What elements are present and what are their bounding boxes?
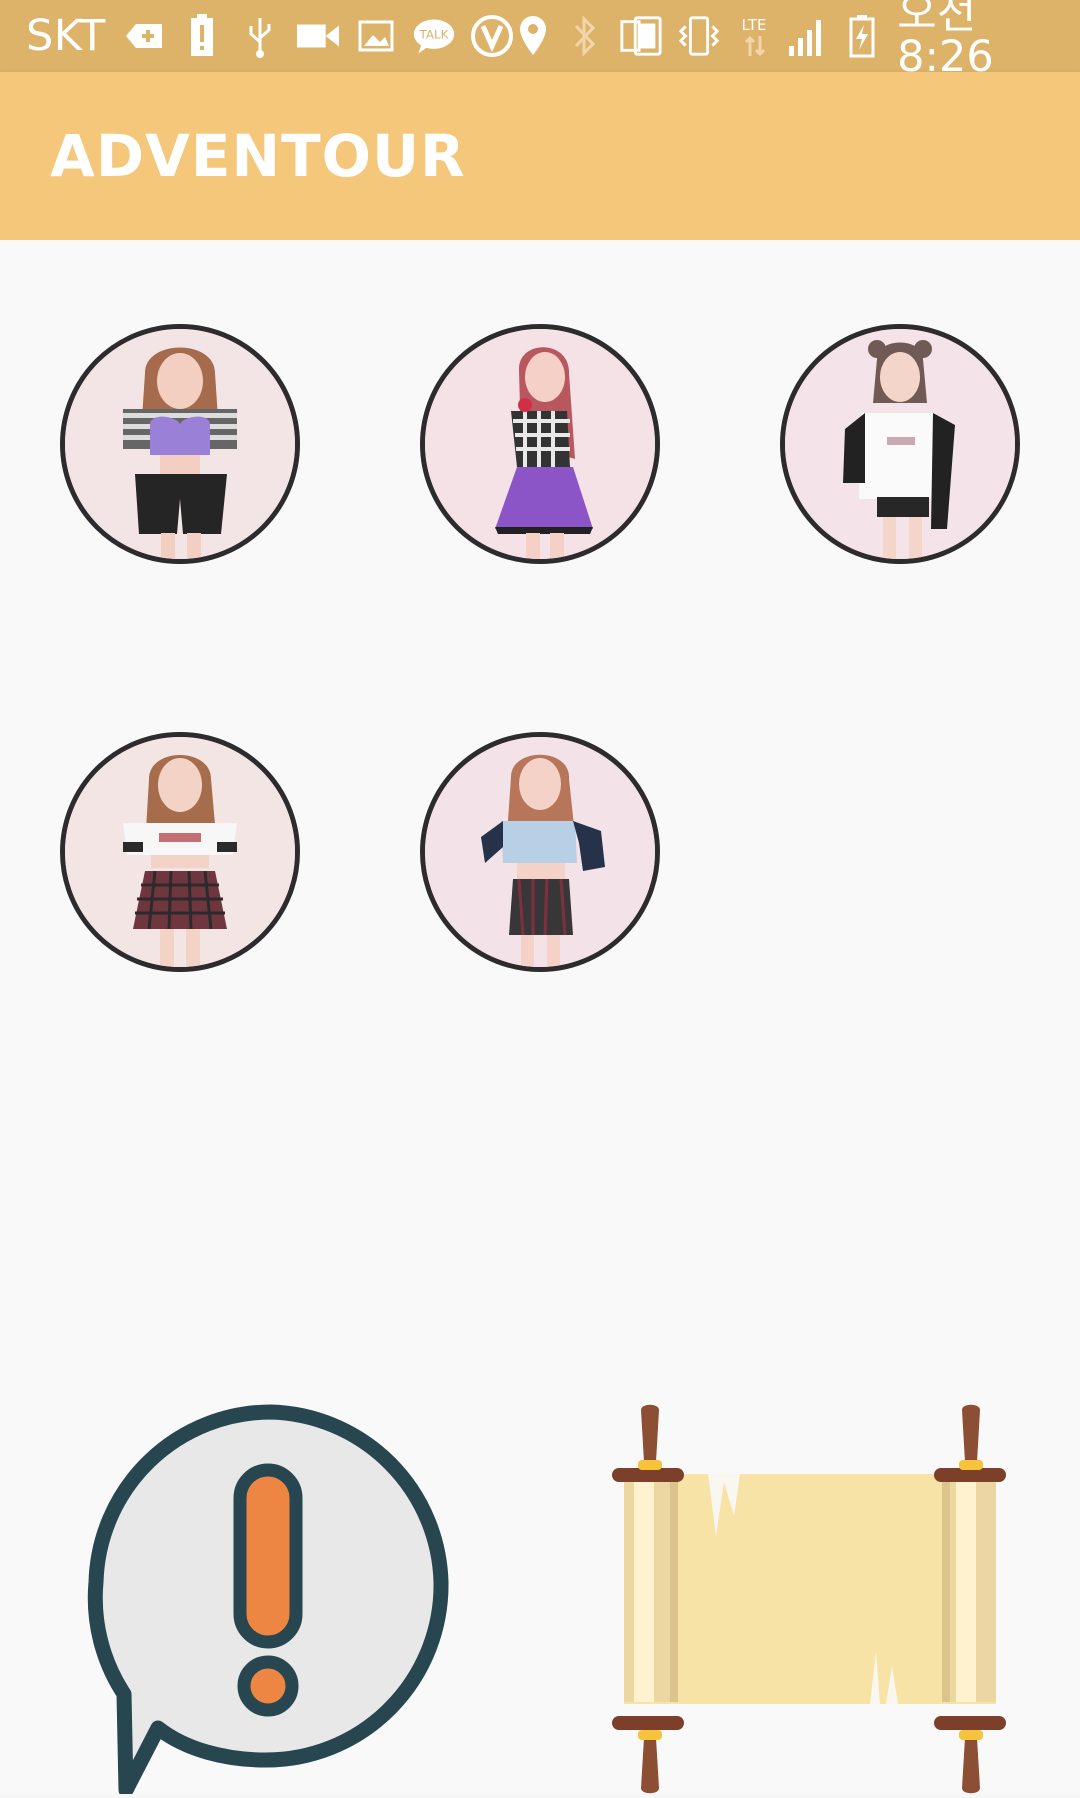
image-icon — [354, 14, 398, 58]
bluetooth-icon — [566, 14, 604, 58]
main-content — [0, 240, 1080, 1798]
status-left: SKT TALK — [26, 14, 514, 58]
lte-icon: LTE — [735, 14, 773, 58]
location-icon — [514, 14, 552, 58]
clock-label: 오전 8:26 — [897, 0, 994, 82]
alert-speech-bubble-icon — [87, 1404, 449, 1798]
status-right: LTE 오전 8:26 — [514, 0, 1062, 79]
battery-charging-icon — [843, 14, 881, 58]
v-app-icon — [470, 14, 514, 58]
member-avatar-4[interactable] — [60, 732, 300, 972]
app-title: ADVENTOUR — [50, 122, 466, 190]
kakaotalk-icon: TALK — [412, 14, 456, 58]
usb-debug-icon — [122, 14, 166, 58]
carrier-label: SKT — [26, 10, 106, 61]
member-avatar-1[interactable] — [60, 324, 300, 564]
notice-button[interactable] — [86, 1404, 456, 1798]
usb-icon — [238, 14, 282, 58]
member-avatar-3[interactable] — [780, 324, 1020, 564]
vibrate-icon — [677, 14, 721, 58]
video-icon — [296, 14, 340, 58]
signal-icon — [787, 14, 829, 58]
app-bar: ADVENTOUR — [0, 72, 1080, 240]
status-bar: SKT TALK LTE 오전 8:26 — [0, 0, 1080, 79]
member-avatar-5[interactable] — [420, 732, 660, 972]
svg-text:LTE: LTE — [741, 16, 766, 34]
member-avatar-2[interactable] — [420, 324, 660, 564]
battery-alert-icon — [180, 14, 224, 58]
scroll-button[interactable] — [612, 1404, 1008, 1794]
scroll-icon — [612, 1404, 1006, 1794]
screen-cast-icon — [619, 14, 663, 58]
svg-text:TALK: TALK — [418, 28, 449, 42]
